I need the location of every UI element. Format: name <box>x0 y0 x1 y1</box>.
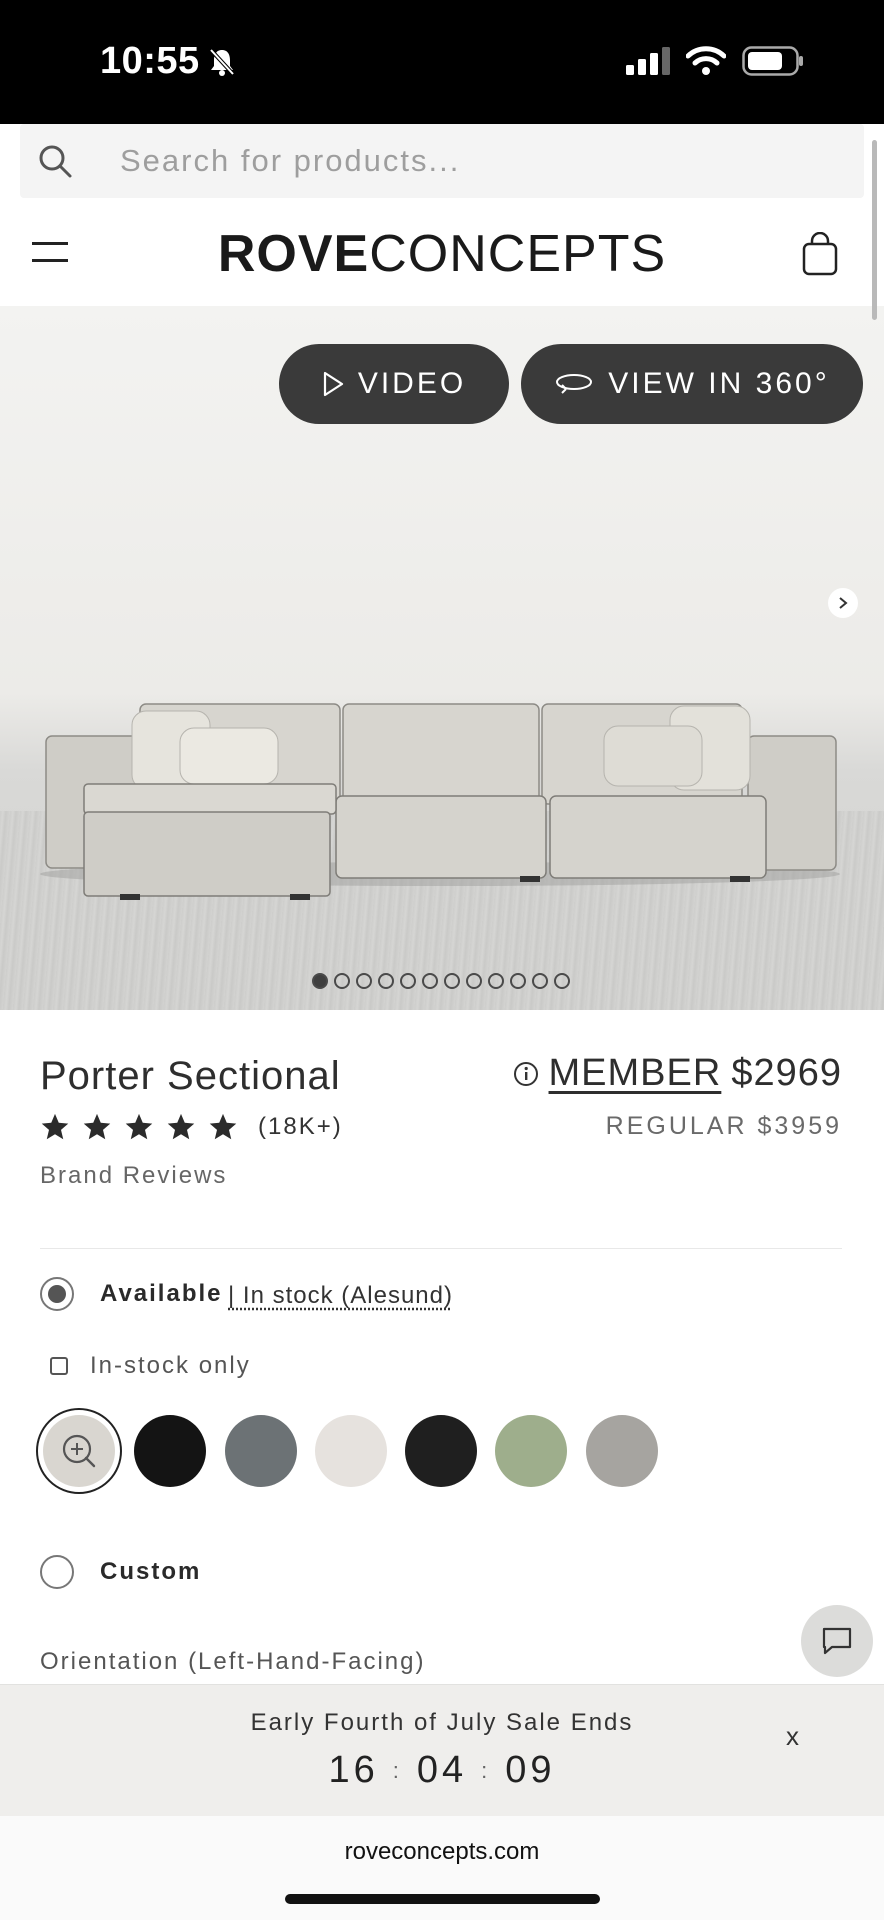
video-button-label: VIDEO <box>357 367 467 400</box>
chat-bubble-icon <box>822 1627 852 1655</box>
swatch-slate-grey[interactable] <box>225 1415 297 1487</box>
gallery-dot[interactable] <box>422 973 438 989</box>
countdown-hours: 16 <box>328 1749 379 1791</box>
search-icon <box>39 145 72 178</box>
clock: 10:55 <box>100 40 200 82</box>
sale-title: Early Fourth of July Sale Ends <box>250 1709 634 1736</box>
available-label[interactable]: Available <box>100 1280 223 1308</box>
star-icon <box>209 1113 237 1140</box>
star-icon <box>41 1113 69 1140</box>
swatch-charcoal-black[interactable] <box>405 1415 477 1487</box>
countdown-seconds: 09 <box>505 1749 556 1791</box>
site-logo[interactable]: ROVECONCEPTS <box>0 224 884 284</box>
play-icon <box>323 371 343 397</box>
gallery-dot[interactable] <box>312 973 328 989</box>
swatch-sage-green[interactable] <box>495 1415 567 1487</box>
countdown-minutes: 04 <box>416 1749 468 1791</box>
chevron-right-icon <box>839 597 848 609</box>
shopping-bag-icon[interactable] <box>802 232 838 276</box>
url-text[interactable]: roveconcepts.com <box>0 1838 884 1866</box>
search-input[interactable] <box>120 138 820 184</box>
status-time: 10:55 <box>100 40 236 83</box>
rating-stars[interactable]: (18K+) <box>40 1112 343 1142</box>
orientation-label: Orientation (Left-Hand-Facing) <box>40 1648 426 1675</box>
custom-label[interactable]: Custom <box>100 1558 201 1586</box>
view-360-label: VIEW IN 360° <box>608 367 830 400</box>
available-radio[interactable] <box>40 1277 74 1311</box>
logo-bold-text: ROVE <box>217 225 370 283</box>
gallery-dot[interactable] <box>378 973 394 989</box>
home-indicator[interactable] <box>285 1894 600 1904</box>
swatch-warm-grey[interactable] <box>586 1415 658 1487</box>
instock-only-label[interactable]: In-stock only <box>90 1352 251 1380</box>
close-banner-button[interactable]: x <box>786 1721 799 1752</box>
gallery-dot[interactable] <box>400 973 416 989</box>
gallery-dot[interactable] <box>444 973 460 989</box>
member-price: $2969 <box>731 1052 842 1094</box>
gallery-dot[interactable] <box>488 973 504 989</box>
stock-location-link[interactable]: | In stock (Alesund) <box>228 1282 453 1310</box>
browser-url-bar[interactable]: roveconcepts.com <box>0 1816 884 1920</box>
star-icon <box>83 1113 111 1140</box>
sale-banner: Early Fourth of July Sale Ends 16 : 04 :… <box>0 1684 884 1816</box>
gallery-dot[interactable] <box>554 973 570 989</box>
swatch-white-boucle[interactable] <box>315 1415 387 1487</box>
regular-price: REGULAR $3959 <box>605 1112 842 1140</box>
swatch-black[interactable] <box>134 1415 206 1487</box>
chat-button[interactable] <box>801 1605 873 1677</box>
gallery-pagination <box>312 973 570 989</box>
bell-muted-icon <box>209 48 235 76</box>
rotate-360-icon <box>556 374 593 394</box>
zoom-in-icon <box>62 1434 96 1468</box>
info-icon[interactable] <box>513 1061 539 1087</box>
gallery-dot[interactable] <box>356 973 372 989</box>
search-bar[interactable] <box>20 124 864 198</box>
member-price-row: MEMBER $2969 <box>513 1052 842 1095</box>
gallery-dot[interactable] <box>532 973 548 989</box>
scrollbar[interactable] <box>872 140 877 320</box>
signal-icon <box>626 47 670 75</box>
status-icons <box>626 46 804 76</box>
brand-reviews-link[interactable]: Brand Reviews <box>40 1162 227 1190</box>
video-button[interactable]: VIDEO <box>279 344 509 424</box>
countdown-separator: : <box>392 1757 403 1783</box>
star-icon <box>125 1113 153 1140</box>
custom-radio[interactable] <box>40 1555 74 1589</box>
gallery-dot[interactable] <box>510 973 526 989</box>
status-bar: 10:55 <box>0 0 884 124</box>
countdown-separator: : <box>481 1757 492 1783</box>
wifi-icon <box>686 46 726 75</box>
logo-light-text: CONCEPTS <box>369 225 667 283</box>
product-gallery[interactable]: VIDEO VIEW IN 360° <box>0 306 884 1010</box>
instock-only-checkbox[interactable] <box>50 1357 68 1375</box>
gallery-dot[interactable] <box>466 973 482 989</box>
swatch-light-grey[interactable] <box>43 1415 115 1487</box>
gallery-dot[interactable] <box>334 973 350 989</box>
divider <box>40 1248 842 1249</box>
star-icon <box>167 1113 195 1140</box>
site-header: ROVECONCEPTS <box>0 198 884 306</box>
battery-icon <box>742 46 803 76</box>
review-count: (18K+) <box>258 1113 343 1140</box>
gallery-next-button[interactable] <box>828 588 858 618</box>
product-title: Porter Sectional <box>40 1054 341 1098</box>
view-360-button[interactable]: VIEW IN 360° <box>521 344 863 424</box>
member-link[interactable]: MEMBER <box>549 1052 722 1095</box>
countdown-timer: 16 : 04 : 09 <box>0 1749 884 1792</box>
